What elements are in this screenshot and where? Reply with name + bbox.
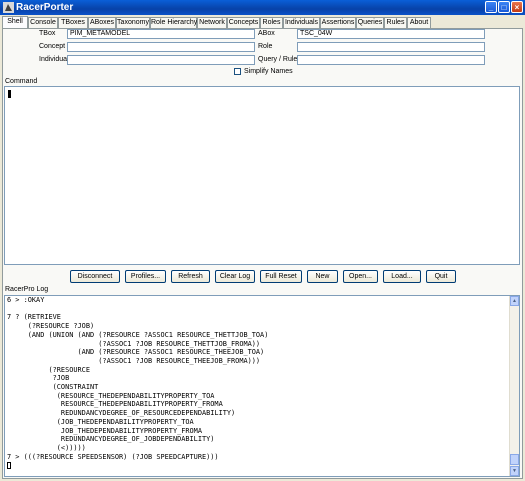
minimize-button[interactable]: _	[485, 1, 497, 13]
log-text: 6 > :OKAY 7 ? (RETRIEVE (?RESOURCE ?JOB)…	[7, 296, 507, 470]
role-field[interactable]	[297, 42, 485, 52]
role-label: Role	[258, 43, 273, 50]
concept-label: Concept	[39, 43, 66, 50]
log-label: RacerPro Log	[5, 286, 49, 293]
tab-role-hierarchy[interactable]: Role Hierarchy	[150, 17, 197, 28]
tab-bar: Shell Console TBoxes ABoxes Taxonomy Rol…	[2, 16, 523, 28]
tab-concepts[interactable]: Concepts	[227, 17, 260, 28]
command-input[interactable]	[4, 86, 520, 265]
concept-field[interactable]	[67, 42, 255, 52]
command-label: Command	[5, 78, 38, 85]
close-button[interactable]: ×	[511, 1, 523, 13]
scroll-up-icon[interactable]: ▲	[510, 296, 519, 306]
text-caret	[8, 90, 11, 98]
load-button[interactable]: Load...	[383, 270, 421, 283]
tab-aboxes[interactable]: ABoxes	[88, 17, 116, 28]
tab-rules[interactable]: Rules	[384, 17, 407, 28]
open-button[interactable]: Open...	[343, 270, 378, 283]
tab-roles[interactable]: Roles	[260, 17, 283, 28]
clear-log-button[interactable]: Clear Log	[215, 270, 255, 283]
individual-label: Individual	[39, 56, 69, 63]
tbox-field[interactable]: PIM_METAMODEL	[67, 29, 255, 39]
log-output[interactable]: 6 > :OKAY 7 ? (RETRIEVE (?RESOURCE ?JOB)…	[4, 295, 520, 477]
tab-taxonomy[interactable]: Taxonomy	[116, 17, 150, 28]
tab-assertions[interactable]: Assertions	[320, 17, 356, 28]
quit-button[interactable]: Quit	[426, 270, 456, 283]
new-button[interactable]: New	[307, 270, 338, 283]
abox-label: ABox	[258, 30, 275, 37]
disconnect-button[interactable]: Disconnect	[70, 270, 120, 283]
maximize-button[interactable]: □	[498, 1, 510, 13]
tab-tboxes[interactable]: TBoxes	[58, 17, 88, 28]
tbox-label: TBox	[39, 30, 56, 37]
scroll-thumb[interactable]	[510, 454, 519, 465]
tab-network[interactable]: Network	[197, 17, 227, 28]
refresh-button[interactable]: Refresh	[171, 270, 210, 283]
log-cursor	[7, 461, 11, 469]
full-reset-button[interactable]: Full Reset	[260, 270, 302, 283]
simplify-names-label: Simplify Names	[244, 68, 293, 75]
window-title: RacerPorter	[16, 2, 74, 13]
app-icon	[3, 2, 14, 13]
query-rule-label: Query / Rule	[258, 56, 298, 63]
profiles-button[interactable]: Profiles...	[125, 270, 166, 283]
individual-field[interactable]	[67, 55, 255, 65]
log-scrollbar[interactable]: ▲ ▼	[509, 296, 519, 476]
abox-field[interactable]: TSC_04W	[297, 29, 485, 39]
log-text-content: 6 > :OKAY 7 ? (RETRIEVE (?RESOURCE ?JOB)…	[7, 296, 269, 461]
tab-queries[interactable]: Queries	[356, 17, 384, 28]
simplify-names-checkbox[interactable]	[234, 68, 241, 75]
title-bar: RacerPorter _ □ ×	[0, 0, 525, 15]
tab-console[interactable]: Console	[28, 17, 58, 28]
tab-about[interactable]: About	[407, 17, 431, 28]
query-rule-field[interactable]	[297, 55, 485, 65]
scroll-down-icon[interactable]: ▼	[510, 466, 519, 476]
tab-shell[interactable]: Shell	[2, 16, 28, 28]
tab-individuals[interactable]: Individuals	[283, 17, 320, 28]
